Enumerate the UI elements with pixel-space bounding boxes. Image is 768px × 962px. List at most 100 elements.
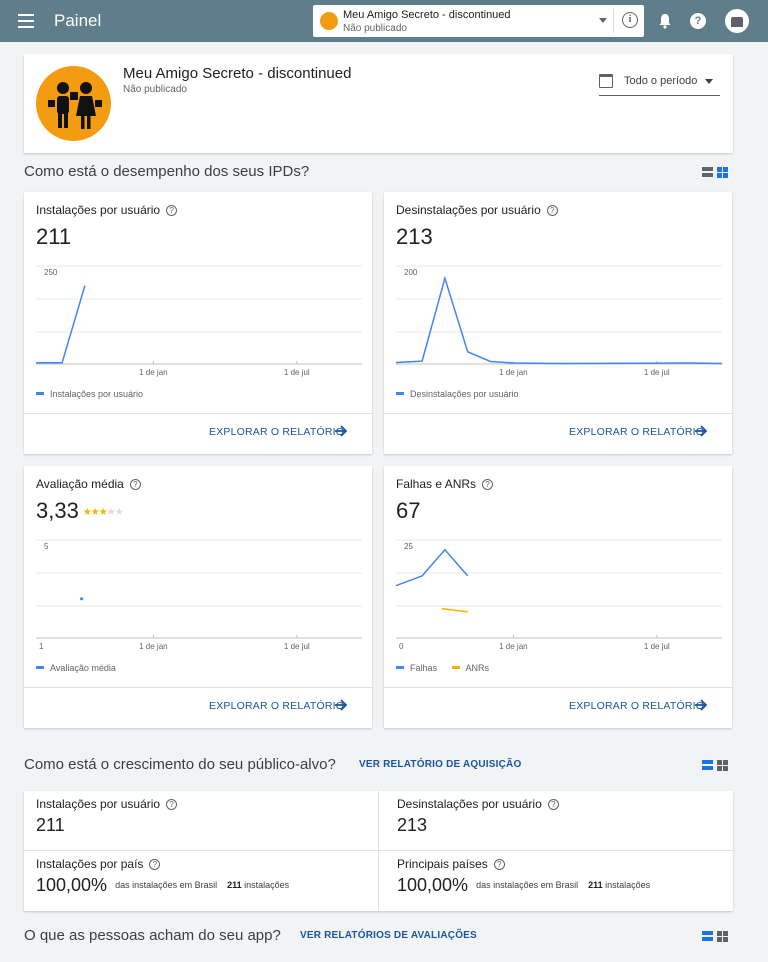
chevron-down-icon [705, 79, 713, 84]
growth-top-countries-value: 100,00% [397, 875, 469, 895]
explore-report-link[interactable]: EXPLORAR O RELATÓRIO [569, 425, 708, 438]
y-tick-label: 0 [399, 642, 404, 651]
app-selector-status: Não publicado [343, 23, 407, 34]
x-tick-label: 1 de jan [139, 642, 167, 651]
growth-top-countries-title-wrap: Principais países? [397, 857, 505, 871]
series-line [36, 285, 86, 364]
growth-installs-value: 211 [36, 815, 65, 835]
list-view-icon[interactable] [702, 931, 713, 942]
divider [24, 687, 372, 688]
rating-card-title-wrap: Avaliação média? [36, 477, 141, 491]
explore-report-label: EXPLORAR O RELATÓRIO [209, 426, 345, 438]
growth-top-countries-title: Principais países [397, 857, 488, 871]
rating-chart: 5 1 1 de jan 1 de jul [36, 539, 362, 651]
uninstalls-card-title-wrap: Desinstalações por usuário? [396, 203, 558, 217]
app-icon [320, 12, 338, 30]
growth-uninstalls-title: Desinstalações por usuário [397, 797, 542, 811]
help-circle-icon[interactable]: ? [547, 799, 559, 810]
menu-icon[interactable] [18, 14, 34, 28]
explore-report-link[interactable]: EXPLORAR O RELATÓRIO [209, 425, 348, 438]
installs-card-title-wrap: Instalações por usuário? [36, 203, 178, 217]
grid-view-icon[interactable] [717, 931, 728, 942]
star-rating: ★★★★★ [83, 507, 124, 518]
explore-report-link[interactable]: EXPLORAR O RELATÓRIO [569, 699, 708, 712]
divider [384, 413, 732, 414]
growth-summary-card: Instalações por usuário? 211 Desinstalaç… [24, 791, 733, 911]
section-title-performance: Como está o desempenho dos seus IPDs? [24, 163, 310, 180]
x-tick-label: 1 de jul [284, 642, 310, 651]
crashes-card-title-wrap: Falhas e ANRs? [396, 477, 494, 491]
growth-by-country-value: 100,00% [36, 875, 108, 895]
list-view-icon[interactable] [702, 760, 713, 771]
divider [24, 413, 372, 414]
view-toggle [702, 167, 728, 179]
y-tick-label: 200 [404, 268, 418, 277]
crashes-card: Falhas e ANRs? 67 25 0 1 de jan 1 de jul Fa… [384, 466, 732, 728]
divider [378, 791, 379, 911]
x-tick-label: 1 de jan [499, 642, 527, 651]
help-circle-icon[interactable]: ? [166, 799, 178, 810]
grid-view-icon[interactable] [717, 760, 728, 771]
growth-by-country-value-wrap: 100,00% das instalações em Brasil 211 inst… [36, 875, 289, 896]
view-toggle [702, 931, 728, 943]
uninstalls-card-value: 213 [396, 224, 433, 249]
explore-report-link[interactable]: EXPLORAR O RELATÓRIO [209, 699, 348, 712]
growth-top-countries-count-label: instalações [605, 880, 651, 890]
growth-by-country-count-label: instalações [244, 880, 290, 890]
x-tick-label: 1 de jan [139, 368, 167, 377]
chart-legend: Desinstalações por usuário [396, 389, 531, 399]
period-select[interactable]: Todo o período [599, 72, 720, 96]
app-header-card: Meu Amigo Secreto - discontinued Não pub… [24, 54, 733, 153]
growth-top-countries-cell: Principais países? 100,00% das instalaçõe… [385, 851, 739, 911]
explore-report-label: EXPLORAR O RELATÓRIO [209, 700, 345, 712]
help-circle-icon[interactable]: ? [546, 205, 558, 216]
help-circle-icon[interactable]: ? [166, 205, 178, 216]
help-circle-icon[interactable]: ? [129, 479, 141, 490]
legend-item-anrs: ANRs [465, 663, 490, 673]
account-avatar[interactable] [725, 9, 749, 33]
divider [613, 9, 614, 33]
installs-card-value: 211 [36, 224, 72, 249]
list-view-icon[interactable] [702, 167, 713, 178]
arrow-right-icon [695, 699, 708, 711]
app-name: Meu Amigo Secreto - discontinued [123, 65, 352, 82]
top-app-bar: Painel Meu Amigo Secreto - discontinued … [0, 0, 768, 42]
section-title-growth: Como está o crescimento do seu público-a… [24, 756, 336, 773]
help-circle-icon[interactable]: ? [149, 859, 161, 870]
installs-card-title: Instalações por usuário [36, 203, 161, 217]
explore-report-label: EXPLORAR O RELATÓRIO [569, 426, 705, 438]
crashes-card-value: 67 [396, 498, 421, 523]
explore-report-label: EXPLORAR O RELATÓRIO [569, 700, 705, 712]
arrow-right-icon [335, 425, 348, 437]
growth-by-country-sub: das instalações em Brasil [115, 880, 218, 890]
chart-legend: Falhas ANRs [396, 663, 501, 673]
help-icon[interactable]: ? [690, 13, 706, 29]
growth-top-countries-value-wrap: 100,00% das instalações em Brasil 211 inst… [397, 875, 650, 896]
rating-card-title: Avaliação média [36, 477, 124, 491]
growth-by-country-title-wrap: Instalações por país? [36, 857, 161, 871]
legend-item: Avaliação média [50, 663, 116, 673]
reviews-report-link[interactable]: VER RELATÓRIOS DE AVALIAÇÕES [300, 930, 477, 941]
star-filled-icon: ★ [90, 507, 100, 518]
acquisition-report-link[interactable]: VER RELATÓRIO DE AQUISIÇÃO [359, 759, 521, 770]
grid-view-icon[interactable] [717, 167, 728, 178]
installs-chart: 250 1 de jan 1 de jul [36, 265, 362, 377]
calendar-icon [599, 74, 613, 88]
growth-installs-title-wrap: Instalações por usuário? [36, 797, 178, 811]
help-circle-icon[interactable]: ? [482, 479, 494, 490]
uninstalls-card: Desinstalações por usuário? 213 200 1 de … [384, 192, 732, 454]
app-logo [36, 66, 111, 141]
growth-by-country-title: Instalações por país [36, 857, 144, 871]
x-tick-label: 1 de jul [644, 368, 670, 377]
help-circle-icon[interactable]: ? [493, 859, 505, 870]
notifications-bell-icon[interactable] [658, 13, 672, 29]
view-toggle [702, 760, 728, 772]
growth-top-countries-count-wrap: 211 instalações [588, 880, 650, 890]
app-status: Não publicado [123, 84, 187, 95]
series-line [441, 607, 468, 613]
x-tick-label: 1 de jan [499, 368, 527, 377]
app-selector[interactable]: Meu Amigo Secreto - discontinued Não pub… [313, 5, 644, 37]
info-icon[interactable]: i [622, 12, 638, 28]
x-tick-label: 1 de jul [284, 368, 310, 377]
section-title-opinions: O que as pessoas acham do seu app? [24, 927, 281, 944]
